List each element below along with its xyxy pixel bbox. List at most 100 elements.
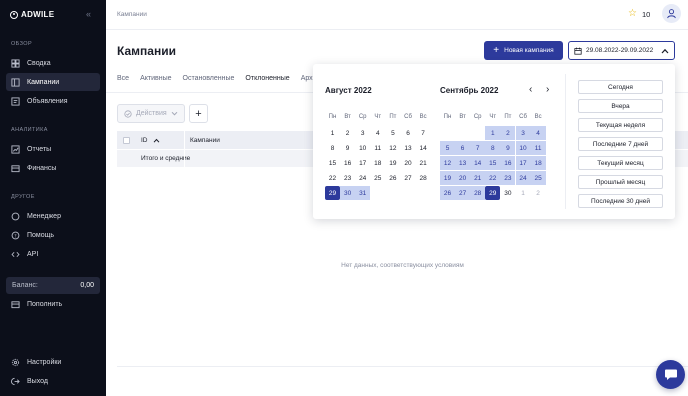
calendar-day-aug[interactable]: 18 — [370, 156, 385, 170]
calendar-day-aug[interactable]: 27 — [401, 171, 416, 185]
calendar-day-sep[interactable]: 7 — [470, 141, 486, 155]
calendar-day-sep[interactable]: 10 — [515, 141, 531, 155]
calendar-day-sep[interactable]: 4 — [530, 126, 546, 140]
prev-month-icon[interactable]: ‹ — [529, 84, 532, 95]
calendar-day-aug[interactable]: 20 — [401, 156, 416, 170]
calendar-day-sep[interactable]: 12 — [440, 156, 455, 170]
calendar-day-sep[interactable]: 14 — [470, 156, 486, 170]
calendar-day-aug[interactable]: 7 — [416, 126, 431, 140]
calendar-day-sep[interactable]: 22 — [485, 171, 501, 185]
calendar-day-aug[interactable]: 25 — [370, 171, 385, 185]
preset-button[interactable]: Последние 7 дней — [578, 137, 663, 151]
sidebar-item-summary[interactable]: Сводка — [6, 54, 100, 72]
calendar-day-sep[interactable]: 15 — [485, 156, 501, 170]
tab-rejected[interactable]: Отклоненные — [245, 72, 290, 93]
calendar-day-sep[interactable]: 26 — [440, 186, 455, 200]
calendar-day-sep[interactable]: 16 — [500, 156, 516, 170]
calendar-day-aug[interactable]: 15 — [325, 156, 340, 170]
calendar-day-aug[interactable]: 23 — [340, 171, 355, 185]
column-campaigns[interactable]: Кампании — [190, 137, 220, 144]
sidebar-item-logout[interactable]: Выход — [6, 372, 100, 390]
new-campaign-button[interactable]: + Новая кампания — [484, 41, 563, 60]
calendar-day-sep[interactable]: 6 — [455, 141, 471, 155]
calendar-day-aug[interactable]: 21 — [416, 156, 431, 170]
tab-stopped[interactable]: Остановленные — [183, 72, 235, 93]
calendar-day-aug[interactable]: 26 — [385, 171, 400, 185]
calendar-day-sep[interactable]: 1 — [516, 186, 531, 200]
calendar-day-sep[interactable]: 30 — [500, 186, 515, 200]
calendar-day-aug[interactable]: 13 — [401, 141, 416, 155]
calendar-day-sep[interactable]: 29 — [485, 186, 501, 200]
next-month-icon[interactable]: › — [546, 84, 549, 95]
calendar-day-aug[interactable]: 14 — [416, 141, 431, 155]
calendar-day-aug[interactable]: 4 — [370, 126, 385, 140]
sidebar-item-reports[interactable]: Отчеты — [6, 140, 100, 158]
calendar-day-sep[interactable]: 9 — [500, 141, 516, 155]
calendar-day-aug[interactable]: 24 — [355, 171, 370, 185]
calendar-day-sep[interactable]: 13 — [455, 156, 471, 170]
calendar-day-aug[interactable]: 1 — [325, 126, 340, 140]
avatar[interactable] — [662, 4, 681, 23]
calendar-day-aug[interactable]: 30 — [340, 186, 356, 200]
calendar-day-aug[interactable]: 29 — [325, 186, 340, 200]
calendar-day-sep[interactable]: 8 — [485, 141, 501, 155]
calendar-day-sep[interactable]: 5 — [440, 141, 455, 155]
calendar-day-aug[interactable]: 11 — [370, 141, 385, 155]
calendar-day-sep[interactable]: 19 — [440, 171, 455, 185]
calendar-day-aug[interactable]: 10 — [355, 141, 370, 155]
calendar-day-sep[interactable]: 23 — [500, 171, 516, 185]
calendar-day-aug[interactable]: 6 — [401, 126, 416, 140]
logo[interactable]: ADWILE — [10, 10, 54, 19]
calendar-day-sep[interactable]: 1 — [485, 126, 501, 140]
calendar-day-sep[interactable]: 27 — [455, 186, 471, 200]
calendar-day-sep[interactable]: 17 — [515, 156, 531, 170]
support-chat-button[interactable] — [656, 360, 685, 389]
coins-indicator[interactable]: ☆ 10 — [628, 9, 650, 19]
calendar-day-aug[interactable]: 3 — [355, 126, 370, 140]
sidebar-item-api[interactable]: API — [6, 245, 100, 263]
column-id[interactable]: ID — [141, 137, 160, 144]
calendar-day-sep[interactable]: 25 — [530, 171, 546, 185]
calendar-day-sep[interactable]: 2 — [531, 186, 546, 200]
sidebar-item-settings[interactable]: Настройки — [6, 353, 100, 371]
calendar-day-aug[interactable]: 28 — [416, 171, 431, 185]
calendar-day-aug[interactable]: 16 — [340, 156, 355, 170]
sidebar-item-finance[interactable]: Финансы — [6, 159, 100, 177]
sidebar-item-ads[interactable]: Объявления — [6, 92, 100, 110]
calendar-day-sep[interactable]: 18 — [530, 156, 546, 170]
calendar-day-aug[interactable]: 22 — [325, 171, 340, 185]
sidebar-item-help[interactable]: ? Помощь — [6, 226, 100, 244]
tab-all[interactable]: Все — [117, 72, 129, 93]
date-range-picker[interactable]: 29.08.2022-29.09.2022 — [568, 41, 675, 60]
calendar-day-sep[interactable]: 21 — [470, 171, 486, 185]
preset-button[interactable]: Прошлый месяц — [578, 175, 663, 189]
calendar-day-aug[interactable]: 12 — [385, 141, 400, 155]
add-button[interactable]: + — [189, 104, 208, 123]
calendar-day-sep[interactable]: 28 — [470, 186, 486, 200]
topup-button[interactable]: Пополнить — [6, 295, 100, 313]
calendar-day-sep[interactable]: 2 — [500, 126, 516, 140]
calendar-day-aug[interactable]: 8 — [325, 141, 340, 155]
preset-button[interactable]: Текущая неделя — [578, 118, 663, 132]
calendar-day-aug[interactable]: 5 — [385, 126, 400, 140]
preset-button[interactable]: Вчера — [578, 99, 663, 113]
sidebar-item-manager[interactable]: Менеджер — [6, 207, 100, 225]
calendar-day-sep[interactable]: 11 — [530, 141, 546, 155]
sidebar-item-campaigns[interactable]: Кампании — [6, 73, 100, 91]
preset-button[interactable]: Сегодня — [578, 80, 663, 94]
preset-button[interactable]: Текущий месяц — [578, 156, 663, 170]
actions-dropdown[interactable]: Действия — [117, 104, 185, 123]
calendar-day-sep[interactable]: 20 — [455, 171, 471, 185]
calendar-day-aug[interactable]: 31 — [355, 186, 371, 200]
tab-active[interactable]: Активные — [140, 72, 171, 93]
preset-button[interactable]: Последние 30 дней — [578, 194, 663, 208]
calendar-day-aug[interactable]: 17 — [355, 156, 370, 170]
select-all-checkbox[interactable] — [123, 136, 130, 144]
calendar-day-aug[interactable]: 9 — [340, 141, 355, 155]
collapse-sidebar-icon[interactable]: « — [86, 9, 91, 19]
breadcrumb[interactable]: Кампании — [117, 11, 147, 18]
calendar-day-sep[interactable]: 3 — [515, 126, 531, 140]
calendar-day-aug[interactable]: 19 — [385, 156, 400, 170]
calendar-day-aug[interactable]: 2 — [340, 126, 355, 140]
calendar-day-sep[interactable]: 24 — [515, 171, 531, 185]
